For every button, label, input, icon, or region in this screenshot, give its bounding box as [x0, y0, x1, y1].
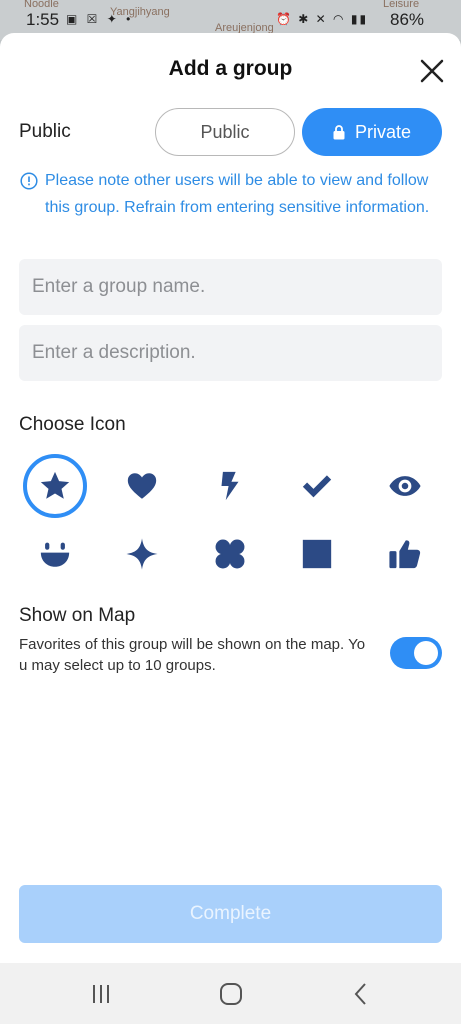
heart-icon	[127, 473, 157, 499]
icon-option-sparkle[interactable]	[112, 524, 172, 584]
checkmark-icon	[302, 475, 332, 498]
add-group-sheet: Add a group Public Public Private Please…	[0, 33, 461, 963]
group-name-input[interactable]	[19, 259, 442, 315]
square-icon	[302, 539, 332, 569]
visibility-label: Public	[19, 121, 71, 142]
navigation-bar	[0, 963, 461, 1024]
info-icon	[20, 172, 38, 190]
public-option-button[interactable]: Public	[155, 108, 295, 156]
icon-option-thumbs-up[interactable]	[375, 524, 435, 584]
notification-icons: ▣ ☒ ✦ •	[66, 12, 134, 26]
icon-option-eye[interactable]	[375, 456, 435, 516]
close-button[interactable]	[416, 55, 448, 87]
private-option-button[interactable]: Private	[302, 108, 442, 156]
map-label: Noodle	[24, 0, 59, 10]
thumbs-up-icon	[389, 540, 421, 569]
smile-icon	[40, 542, 70, 567]
icon-option-smile[interactable]	[25, 524, 85, 584]
star-icon	[40, 471, 70, 499]
icon-option-lightning[interactable]	[200, 456, 260, 516]
icon-option-checkmark[interactable]	[287, 456, 347, 516]
icon-option-heart[interactable]	[112, 456, 172, 516]
toggle-knob	[414, 641, 438, 665]
public-option-label: Public	[200, 121, 250, 142]
private-option-label: Private	[354, 121, 412, 142]
close-icon	[420, 59, 444, 83]
map-label: Leisure	[383, 0, 420, 10]
back-button[interactable]	[346, 979, 376, 1009]
eye-icon	[389, 476, 421, 496]
lock-icon	[333, 124, 345, 140]
notice-text: Please note other users will be able to …	[45, 172, 430, 216]
choose-icon-label: Choose Icon	[19, 414, 126, 435]
home-icon	[220, 983, 242, 1005]
home-button[interactable]	[216, 979, 246, 1009]
complete-button[interactable]: Complete	[19, 885, 442, 943]
icon-option-square[interactable]	[287, 524, 347, 584]
recent-apps-button[interactable]	[86, 979, 116, 1009]
battery-level: 86%	[390, 10, 425, 29]
icon-option-clover[interactable]	[200, 524, 260, 584]
lightning-icon	[221, 471, 239, 501]
show-on-map-description: Favorites of this group will be shown on…	[19, 636, 366, 674]
privacy-notice: Please note other users will be able to …	[20, 167, 440, 221]
status-time: 1:55	[26, 10, 60, 29]
show-on-map-title: Show on Map	[19, 605, 136, 626]
sparkle-icon	[126, 538, 158, 570]
recent-apps-icon	[93, 985, 109, 1003]
back-icon	[354, 983, 366, 1005]
icon-option-star[interactable]	[23, 454, 87, 518]
show-on-map-toggle[interactable]	[390, 637, 442, 669]
group-description-input[interactable]	[19, 325, 442, 381]
clover-icon	[215, 539, 245, 569]
system-icons: ⏰ ✱ ✕ ◠ ▮▮	[276, 12, 369, 26]
sheet-title: Add a group	[168, 57, 293, 80]
